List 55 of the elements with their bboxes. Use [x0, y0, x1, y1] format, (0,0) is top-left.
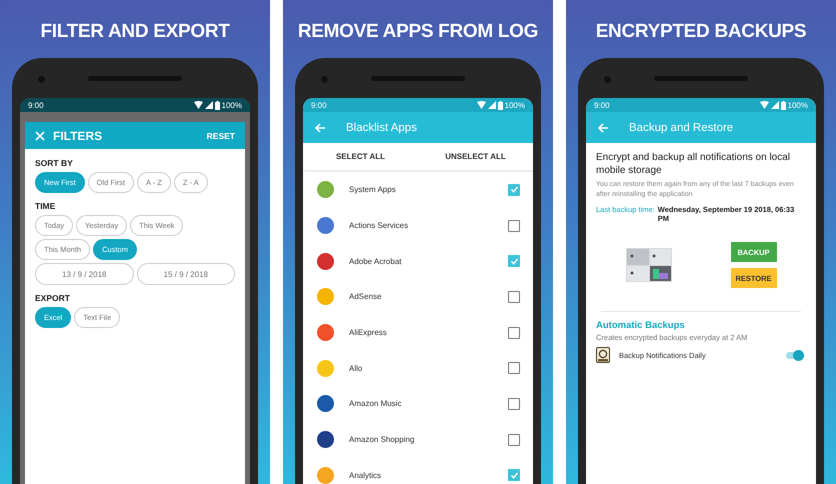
headline: ENCRYPTED BACKUPS [596, 20, 806, 44]
status-time: 9:00 [594, 100, 610, 110]
battery-level: 100% [788, 100, 808, 110]
wifi-icon [476, 101, 486, 109]
battery-level: 100% [222, 100, 242, 110]
toggle-switch[interactable] [786, 352, 802, 358]
close-icon[interactable] [35, 130, 45, 140]
text-button[interactable]: SELECT ALL [303, 143, 418, 170]
locker-drawing [626, 248, 672, 282]
battery-icon [498, 100, 503, 110]
status-time: 9:00 [28, 100, 44, 110]
date-field[interactable]: 13 / 9 / 2018 [35, 263, 134, 285]
section-heading: TIME [35, 201, 56, 211]
checkbox[interactable] [508, 184, 520, 196]
section-heading: Automatic Backups [596, 320, 686, 331]
checkbox[interactable] [508, 398, 520, 410]
dialog-title: FILTERS [53, 128, 104, 142]
checkbox[interactable] [508, 290, 520, 303]
checkbox[interactable] [508, 255, 520, 268]
screen-title: Blacklist Apps [346, 122, 417, 134]
app-name: System Apps [349, 185, 397, 194]
checkbox[interactable] [508, 220, 520, 232]
app-name: Amazon Music [349, 399, 402, 408]
app-name: AliExpress [349, 328, 388, 338]
app-name: Analytics [349, 470, 382, 480]
wifi-icon [760, 101, 769, 109]
checkbox[interactable] [508, 326, 520, 339]
checkbox[interactable] [508, 469, 520, 482]
status-time: 9:00 [311, 100, 327, 110]
signal-icon [204, 101, 213, 109]
back-arrow-icon[interactable] [598, 122, 609, 132]
headline: FILTER AND EXPORT [40, 20, 230, 44]
section-heading: SORT BY [35, 158, 74, 168]
description-text: Encrypt and backup all notifications on local mobile storage [596, 151, 792, 177]
battery-icon [214, 100, 220, 110]
reset-button[interactable]: RESET [206, 130, 235, 140]
text-button[interactable]: UNSELECT ALL [418, 143, 533, 170]
battery-level: 100% [504, 100, 525, 110]
app-name: Amazon Shopping [349, 435, 416, 444]
app-name: Actions Services [349, 221, 410, 230]
checkbox[interactable] [508, 434, 520, 446]
drive-icon [596, 347, 610, 363]
headline: REMOVE APPS FROM LOG [298, 20, 538, 44]
date-field[interactable]: 15 / 9 / 2018 [136, 263, 235, 285]
signal-icon [488, 101, 496, 109]
wifi-icon [194, 101, 203, 109]
app-name: Allo [349, 364, 364, 373]
screen-title: Backup and Restore [629, 122, 734, 134]
app-name: Adobe Acrobat [349, 256, 402, 266]
back-arrow-icon[interactable] [315, 122, 326, 132]
section-heading: EXPORT [35, 293, 71, 303]
app-name: AdSense [349, 292, 382, 302]
checkbox[interactable] [508, 362, 520, 374]
signal-icon [770, 101, 779, 109]
battery-icon [780, 100, 786, 110]
